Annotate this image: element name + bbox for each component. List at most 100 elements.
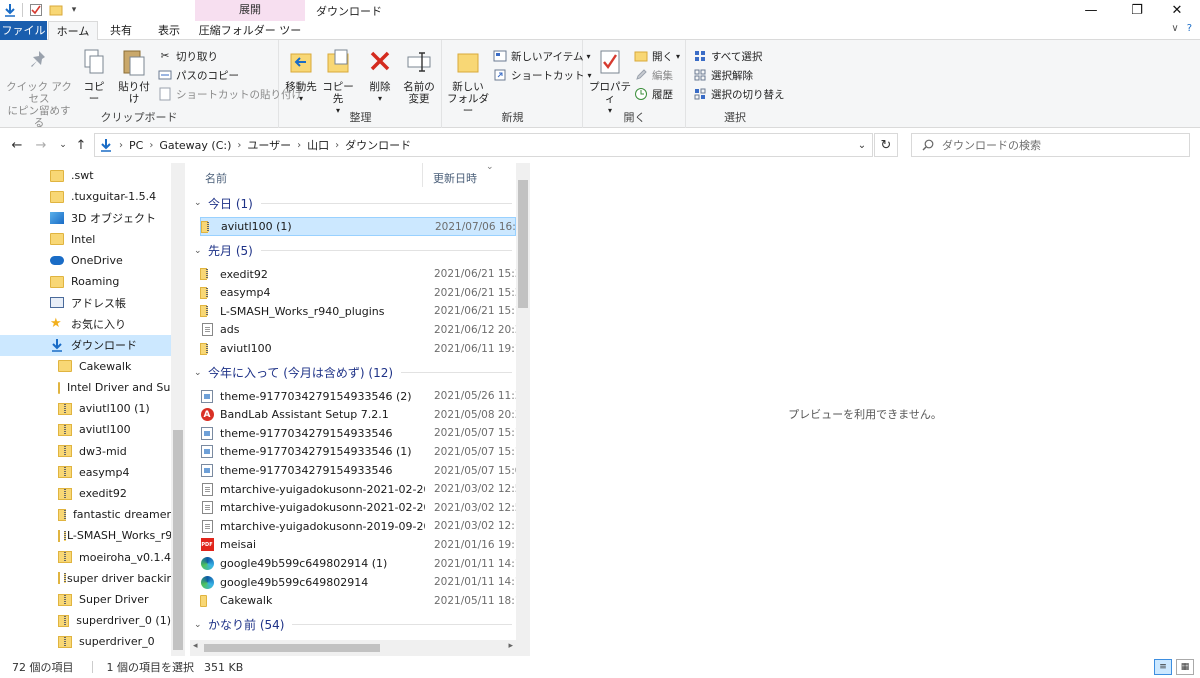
breadcrumb-downloads[interactable]: ダウンロード: [345, 137, 411, 153]
up-arrow-icon[interactable]: ↑: [72, 136, 90, 154]
nav-item[interactable]: exedit92: [0, 483, 171, 504]
search-input[interactable]: ダウンロードの検索: [911, 133, 1190, 157]
nav-item[interactable]: dw3-mid: [0, 441, 171, 462]
delete-button[interactable]: 削除 ▾: [366, 46, 394, 105]
nav-item[interactable]: .tuxguitar-1.5.4: [0, 186, 171, 207]
group-header[interactable]: ⌄ 今年に入って (今月は含めず) (12): [194, 363, 512, 383]
new-folder-button[interactable]: 新しい フォルダー: [447, 46, 489, 117]
cut-button[interactable]: ✂ 切り取り: [158, 47, 218, 65]
edit-button[interactable]: 編集: [634, 66, 673, 84]
refresh-icon[interactable]: ↻: [874, 133, 898, 157]
horizontal-scrollbar[interactable]: ◂ ▸: [190, 640, 516, 656]
forward-arrow-icon[interactable]: →: [32, 136, 50, 154]
breadcrumb-users[interactable]: ユーザー: [247, 137, 291, 153]
nav-item[interactable]: aviutl100: [0, 419, 171, 440]
tab-file[interactable]: ファイル: [0, 21, 47, 40]
file-row[interactable]: exedit92 2021/06/21 15:38: [200, 265, 528, 284]
file-row[interactable]: ads 2021/06/12 20:39: [200, 320, 528, 339]
tab-compressed-folder-tools[interactable]: 圧縮フォルダー ツール: [195, 21, 305, 56]
nav-item[interactable]: ★ お気に入り: [0, 313, 171, 334]
tab-view[interactable]: 表示: [146, 21, 192, 40]
file-row[interactable]: mtarchive-yuigadokusonn-2021-02-2021... 2…: [200, 480, 528, 499]
nav-item[interactable]: moeiroha_v0.1.4: [0, 547, 171, 568]
scroll-left-icon[interactable]: ◂: [193, 641, 198, 651]
group-header[interactable]: ⌄ 今日 (1): [194, 193, 512, 213]
file-row[interactable]: aviutl100 2021/06/11 19:15: [200, 339, 528, 358]
close-button[interactable]: ✕: [1154, 0, 1200, 20]
file-row[interactable]: easymp4 2021/06/21 15:31: [200, 283, 528, 302]
copy-path-button[interactable]: パスのコピー: [158, 66, 239, 84]
nav-item[interactable]: Cakewalk: [0, 356, 171, 377]
nav-item[interactable]: fantastic dreamer: [0, 504, 171, 525]
file-row[interactable]: aviutl100 (1) 2021/07/06 16:05: [200, 217, 529, 236]
breadcrumb-pc[interactable]: PC: [129, 139, 143, 152]
file-row[interactable]: Cakewalk 2021/05/11 18:10: [200, 591, 528, 610]
back-arrow-icon[interactable]: ←: [8, 136, 26, 154]
tab-home[interactable]: ホーム: [48, 21, 98, 41]
large-icons-view-icon[interactable]: ▦: [1176, 659, 1194, 675]
file-row[interactable]: L-SMASH_Works_r940_plugins 2021/06/21 15:…: [200, 302, 528, 321]
nav-item[interactable]: ダウンロード: [0, 334, 171, 356]
nav-item[interactable]: superdriver_0 (1): [0, 610, 171, 631]
file-row[interactable]: A BandLab Assistant Setup 7.2.1 2021/05/08…: [200, 405, 528, 424]
select-none-button[interactable]: 選択解除: [693, 66, 753, 84]
nav-item[interactable]: L-SMASH_Works_r94: [0, 525, 179, 546]
minimize-button[interactable]: —: [1068, 0, 1114, 20]
horizontal-scroll-thumb[interactable]: [204, 644, 380, 652]
breadcrumb-drive[interactable]: Gateway (C:): [159, 139, 231, 152]
group-header[interactable]: ⌄ 先月 (5): [194, 241, 512, 261]
nav-item[interactable]: OneDrive: [0, 250, 171, 271]
shortcut-button[interactable]: ショートカット ▾: [493, 66, 592, 84]
column-header-date[interactable]: 更新日時: [433, 170, 477, 186]
move-to-button[interactable]: 移動先 ▾: [284, 46, 318, 105]
group-header[interactable]: ⌄ かなり前 (54): [194, 615, 512, 635]
invert-selection-button[interactable]: 選択の切り替え: [693, 85, 785, 103]
new-item-button[interactable]: 新しいアイテム ▾: [493, 47, 590, 65]
file-date: 2021/06/21 15:14: [434, 305, 529, 318]
details-view-icon[interactable]: ≡: [1154, 659, 1172, 675]
nav-item[interactable]: aviutl100 (1): [0, 398, 171, 419]
file-row[interactable]: PDF meisai 2021/01/16 19:18: [200, 535, 528, 554]
breadcrumb-user[interactable]: 山口: [307, 137, 329, 153]
customize-quick-access-icon[interactable]: ▾: [66, 2, 82, 18]
nav-item[interactable]: .swt: [0, 165, 171, 186]
nav-item[interactable]: easymp4: [0, 462, 171, 483]
nav-item[interactable]: Intel: [0, 229, 171, 250]
tab-share[interactable]: 共有: [100, 21, 142, 40]
column-header-name[interactable]: 名前: [205, 170, 227, 186]
scroll-right-icon[interactable]: ▸: [508, 641, 513, 651]
rename-button[interactable]: 名前の 変更: [400, 46, 438, 105]
address-dropdown-icon[interactable]: ⌄: [854, 137, 870, 153]
file-row[interactable]: mtarchive-yuigadokusonn-2019-09-2021... 2…: [200, 517, 528, 536]
download-arrow-icon[interactable]: [2, 2, 18, 18]
collapse-ribbon-icon[interactable]: ∨: [1171, 23, 1178, 34]
file-row[interactable]: mtarchive-yuigadokusonn-2021-02-2021... 2…: [200, 498, 528, 517]
properties-button[interactable]: プロパティ ▾: [588, 46, 632, 117]
copy-button[interactable]: コピー: [80, 46, 108, 105]
copy-to-button[interactable]: コピー先 ▾: [320, 46, 356, 117]
nav-item[interactable]: Intel Driver and Supp: [0, 377, 184, 398]
file-list-scroll-thumb[interactable]: [518, 180, 528, 308]
file-row[interactable]: google49b599c649802914 2021/01/11 14:14: [200, 573, 528, 592]
nav-pane-scroll-thumb[interactable]: [173, 430, 183, 650]
nav-item[interactable]: Super Driver: [0, 589, 171, 610]
select-all-button[interactable]: すべて選択: [693, 47, 762, 65]
nav-item[interactable]: 3D オブジェクト: [0, 207, 171, 228]
nav-item[interactable]: superdriver_0: [0, 631, 171, 652]
file-row[interactable]: theme-9177034279154933546 (2) 2021/05/26 …: [200, 387, 528, 406]
recent-locations-icon[interactable]: ⌄: [54, 136, 72, 154]
file-row[interactable]: google49b599c649802914 (1) 2021/01/11 14:…: [200, 554, 528, 573]
help-icon[interactable]: ?: [1187, 23, 1192, 34]
paste-button[interactable]: 貼り付け: [114, 46, 154, 105]
open-button[interactable]: 開く ▾: [634, 47, 680, 65]
file-row[interactable]: theme-9177034279154933546 2021/05/07 15:0…: [200, 461, 528, 480]
file-row[interactable]: theme-9177034279154933546 (1) 2021/05/07 …: [200, 442, 528, 461]
file-row[interactable]: theme-9177034279154933546 2021/05/07 15:1…: [200, 424, 528, 443]
nav-item[interactable]: Roaming: [0, 271, 171, 292]
address-bar[interactable]: › PC › Gateway (C:) › ユーザー › 山口 › ダウンロード…: [94, 133, 873, 157]
history-button[interactable]: 履歴: [634, 85, 673, 103]
nav-item[interactable]: アドレス帳: [0, 292, 171, 313]
new-folder-quick-icon[interactable]: [48, 2, 64, 18]
properties-check-icon[interactable]: [28, 2, 44, 18]
nav-item[interactable]: super driver backing: [0, 568, 180, 589]
